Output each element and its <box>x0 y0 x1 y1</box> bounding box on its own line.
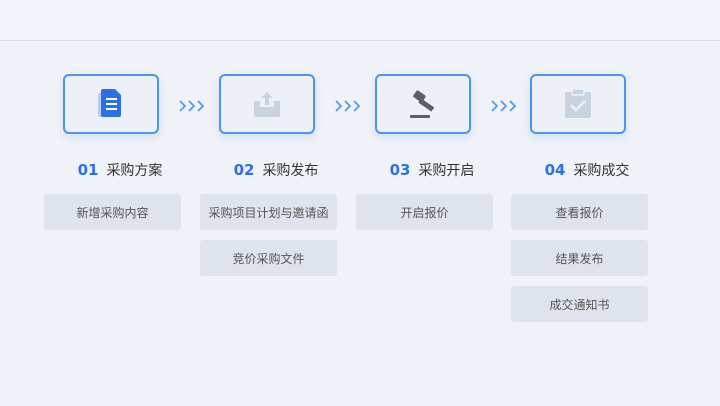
document-icon <box>98 89 121 117</box>
chevron-right-icon <box>177 96 207 116</box>
step-2-number: 02 <box>233 161 255 179</box>
step-1-label: 采购方案 <box>106 163 163 179</box>
step-2-actions: 采购项目计划与邀请函 竞价采购文件 <box>200 194 337 286</box>
upload-tray-icon <box>254 92 280 117</box>
step-3-title: 03 采购开启 <box>352 160 512 180</box>
publish-result-button[interactable]: 结果发布 <box>511 240 648 276</box>
step-4-number: 04 <box>544 161 566 179</box>
award-notice-button[interactable]: 成交通知书 <box>511 286 648 322</box>
procurement-plan-invitation-button[interactable]: 采购项目计划与邀请函 <box>200 194 337 230</box>
view-quotation-button[interactable]: 查看报价 <box>511 194 648 230</box>
chevron-right-icon <box>333 96 363 116</box>
clipboard-check-icon <box>565 88 591 118</box>
step-3-actions: 开启报价 <box>356 194 493 240</box>
step-1-actions: 新增采购内容 <box>44 194 181 240</box>
gavel-icon <box>410 90 435 118</box>
step-1-title: 01 采购方案 <box>40 160 200 180</box>
add-procurement-content-button[interactable]: 新增采购内容 <box>44 194 181 230</box>
step-2-label: 采购发布 <box>262 163 319 179</box>
top-bar <box>0 0 720 41</box>
step-1-icon-box <box>63 74 159 134</box>
step-2-icon-box <box>219 74 315 134</box>
step-3-label: 采购开启 <box>418 163 475 179</box>
step-4-actions: 查看报价 结果发布 成交通知书 <box>511 194 648 332</box>
step-3-icon-box <box>375 74 471 134</box>
open-quotation-button[interactable]: 开启报价 <box>356 194 493 230</box>
step-1-number: 01 <box>77 161 99 179</box>
bidding-procurement-file-button[interactable]: 竞价采购文件 <box>200 240 337 276</box>
step-3-number: 03 <box>389 161 411 179</box>
step-2-title: 02 采购发布 <box>196 160 356 180</box>
step-4-label: 采购成交 <box>573 163 630 179</box>
chevron-right-icon <box>489 96 519 116</box>
step-4-title: 04 采购成交 <box>507 160 667 180</box>
step-4-icon-box <box>530 74 626 134</box>
